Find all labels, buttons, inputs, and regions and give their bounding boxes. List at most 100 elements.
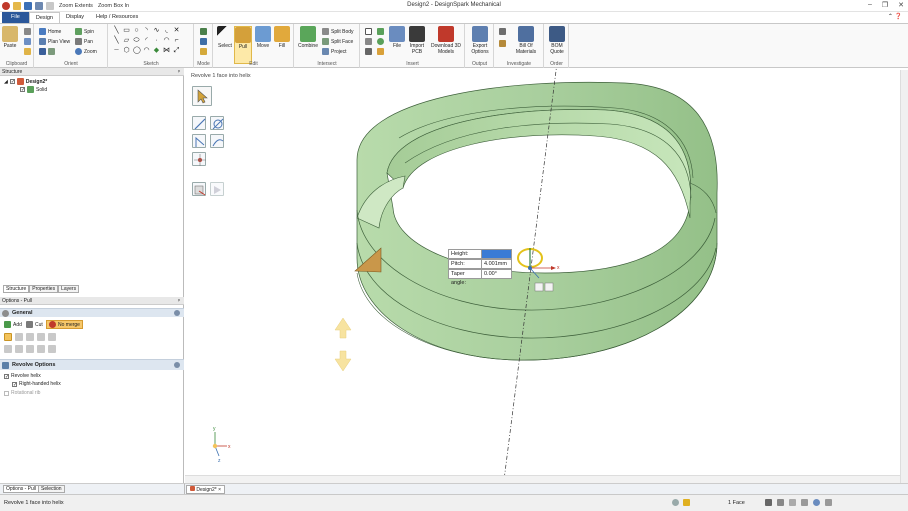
right-handed-option[interactable]: ✓ Right-handed helix	[12, 381, 61, 387]
tangent-arc-icon[interactable]: ◟	[163, 27, 170, 34]
box-select-icon[interactable]	[789, 499, 796, 506]
taper-input[interactable]: 0.00°	[482, 269, 512, 279]
cut-icon[interactable]	[24, 28, 31, 35]
tangent-line-icon[interactable]: ╲	[113, 37, 120, 44]
tree-root[interactable]: ◢ ✓ Design2*	[4, 78, 47, 85]
tab-selection[interactable]: Selection	[38, 485, 65, 493]
tab-help[interactable]: Help / Resources	[90, 12, 144, 23]
tool-icon-5[interactable]	[48, 333, 56, 341]
ellipse-icon[interactable]: ⬭	[133, 37, 140, 44]
cylinder-icon[interactable]	[377, 28, 384, 35]
horizontal-scrollbar[interactable]	[185, 475, 900, 483]
copy-icon[interactable]	[24, 38, 31, 45]
pitch-input[interactable]: 4.001mm	[482, 259, 512, 269]
project-button[interactable]: Project	[322, 48, 347, 55]
bom-quote-button[interactable]: BOM Quote	[547, 26, 567, 55]
paste-button[interactable]: Paste	[2, 26, 18, 49]
close-icon[interactable]: ✕	[898, 1, 904, 9]
pin-icon[interactable]: ᵖ	[178, 68, 180, 76]
tab-options-pull[interactable]: Options - Pull	[3, 485, 40, 493]
plan-view-button[interactable]: Plan View	[39, 38, 70, 45]
measure-icon[interactable]	[499, 28, 506, 35]
vertical-scrollbar[interactable]	[900, 70, 908, 483]
offset-icon[interactable]: ◠	[163, 37, 170, 44]
download-3d-button[interactable]: Download 3D Models	[429, 26, 463, 55]
restore-icon[interactable]: ❐	[882, 1, 888, 9]
select-filter-icon[interactable]	[765, 499, 772, 506]
fillet-icon[interactable]: ⌐	[173, 37, 180, 44]
sketch-mode-icon[interactable]	[200, 28, 207, 35]
collapse-icon[interactable]	[174, 310, 180, 316]
revolve-helix-option[interactable]: ✓ Revolve helix	[4, 373, 41, 379]
3d-mode-icon[interactable]	[200, 48, 207, 55]
line-icon[interactable]: ╲	[113, 27, 120, 34]
move-button[interactable]: Move	[255, 26, 271, 49]
status-warnings[interactable]	[672, 499, 690, 506]
point-icon[interactable]: ·	[153, 37, 160, 44]
sphere-icon[interactable]	[377, 38, 384, 45]
viewport[interactable]: Revolve 1 face into helix x y z x Height…	[185, 68, 903, 483]
axis-icon[interactable]	[365, 38, 372, 45]
add-option[interactable]: Add	[4, 321, 22, 328]
tool-icon-10[interactable]	[48, 345, 56, 353]
no-merge-option[interactable]: No merge	[46, 320, 83, 329]
cut-option[interactable]: Cut	[26, 321, 43, 328]
revolve-helix-checkbox[interactable]: ✓	[4, 373, 9, 379]
pen-icon[interactable]	[801, 499, 808, 506]
origin-icon[interactable]	[365, 48, 372, 55]
sketch-status-icon[interactable]	[825, 499, 832, 506]
height-input[interactable]	[482, 249, 512, 259]
solid-visibility-checkbox[interactable]: ✓	[20, 87, 25, 93]
tool-icon-9[interactable]	[37, 345, 45, 353]
sketch-green-icon[interactable]: ◆	[153, 47, 160, 54]
three-point-circle-icon[interactable]: ◯	[133, 47, 141, 54]
fill-button[interactable]: Fill	[274, 26, 290, 49]
rotational-rib-option[interactable]: Rotational rib	[4, 390, 40, 396]
tab-design[interactable]: Design	[28, 12, 60, 23]
tab-structure[interactable]: Structure	[3, 285, 30, 293]
spin-button[interactable]: Spin	[75, 28, 94, 35]
tool-icon-2[interactable]	[15, 333, 23, 341]
tool-icon-3[interactable]	[26, 333, 34, 341]
format-icon[interactable]	[24, 48, 31, 55]
home-button[interactable]: Home	[39, 28, 61, 35]
zoom-button[interactable]: Zoom	[75, 48, 97, 55]
bill-of-materials-button[interactable]: Bill Of Materials	[510, 26, 542, 55]
import-pcb-button[interactable]: Import PCB	[408, 26, 426, 55]
arc-icon[interactable]: ◝	[143, 27, 150, 34]
construction-line-icon[interactable]: ┈	[113, 47, 120, 54]
sketch-plane-icon[interactable]	[365, 28, 372, 35]
check-geometry-icon[interactable]	[499, 40, 506, 47]
helix-model[interactable]: x y z x	[185, 68, 903, 483]
section-mode-icon[interactable]	[200, 38, 207, 45]
tab-display[interactable]: Display	[60, 12, 90, 23]
split-face-button[interactable]: Split Face	[322, 38, 353, 45]
minimize-icon[interactable]: –	[868, 1, 872, 9]
select-direction-icon[interactable]	[4, 333, 12, 341]
view-cube-button[interactable]	[39, 48, 55, 55]
circle-icon[interactable]: ○	[133, 27, 140, 34]
tab-file[interactable]: File	[2, 12, 29, 23]
tab-properties[interactable]: Properties	[29, 285, 59, 293]
rotational-rib-checkbox[interactable]	[4, 390, 9, 396]
doc-close-icon[interactable]: ×	[218, 487, 221, 493]
pan-button[interactable]: Pan	[75, 38, 93, 45]
general-section[interactable]: General	[0, 308, 184, 317]
tool-icon-4[interactable]	[37, 333, 45, 341]
visibility-checkbox[interactable]: ✓	[9, 79, 15, 85]
trim-icon[interactable]: ✕	[173, 27, 180, 34]
expand-icon[interactable]: ◢	[4, 79, 8, 85]
revolve-collapse-icon[interactable]	[174, 362, 180, 368]
doc-tab-design2[interactable]: Design2* ×	[186, 485, 225, 494]
split-body-button[interactable]: Split Body	[322, 28, 354, 35]
pull-button[interactable]: Pull	[234, 26, 252, 64]
polygon-icon[interactable]: ⬡	[123, 47, 130, 54]
combine-button[interactable]: Combine	[297, 26, 319, 49]
tool-icon-7[interactable]	[15, 345, 23, 353]
cursor-icon[interactable]	[777, 499, 784, 506]
extend-icon[interactable]: ⤢	[173, 47, 180, 54]
swept-arc-icon[interactable]: ◜	[143, 37, 150, 44]
mirror-icon[interactable]: ⋈	[163, 47, 170, 54]
select-button[interactable]: Select	[217, 26, 233, 49]
zoom-status-icon[interactable]	[813, 499, 820, 506]
